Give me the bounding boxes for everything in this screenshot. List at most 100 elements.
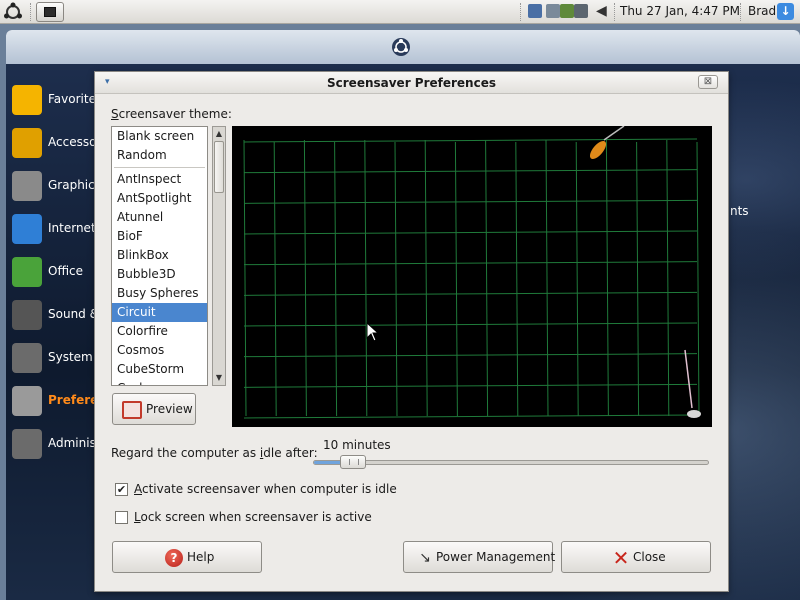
list-separator (114, 167, 205, 168)
user-menu[interactable]: Brad (748, 4, 776, 18)
idle-slider-thumb[interactable] (339, 455, 366, 469)
grid-line (454, 141, 458, 417)
network-icon[interactable] (528, 4, 542, 18)
power-management-button[interactable]: ↘ Power Management (403, 541, 555, 573)
theme-list-item[interactable]: Cosmos (112, 341, 207, 360)
scroll-down-icon[interactable]: ▼ (213, 371, 225, 385)
grid-line (243, 230, 698, 235)
show-desktop-icon[interactable] (36, 2, 64, 22)
preview-button[interactable]: Preview (112, 393, 196, 425)
window-close-icon[interactable]: ⊠ (698, 75, 718, 89)
distro-logo-icon (392, 38, 410, 56)
resistor-lead (603, 126, 625, 141)
applet-icon[interactable] (560, 4, 574, 18)
theme-list-item[interactable]: Circuit (112, 303, 207, 322)
scroll-thumb[interactable] (214, 141, 224, 193)
theme-list-item[interactable]: AntInspect (112, 170, 207, 189)
theme-list[interactable]: Blank screen Random AntInspect AntSpotlight… (111, 126, 208, 386)
grid-line (545, 139, 549, 417)
category-item[interactable]: Administration (6, 425, 136, 465)
help-button-label: Help (187, 550, 215, 564)
dialog-titlebar[interactable]: ▾ Screensaver Preferences ⊠ (95, 72, 728, 94)
grid-line (575, 141, 579, 417)
scroll-up-icon[interactable]: ▲ (213, 127, 225, 141)
main-menu-logo-icon[interactable] (2, 2, 24, 22)
grid-line (334, 141, 338, 417)
mouse-pointer-icon (366, 322, 380, 342)
theme-list-item[interactable]: Random (112, 146, 207, 165)
dialog-title: Screensaver Preferences (327, 76, 496, 90)
led-component (687, 410, 701, 418)
clock[interactable]: Thu 27 Jan, 4:47 PM (620, 4, 740, 18)
category-label: System (48, 350, 93, 364)
theme-list-item[interactable]: Atunnel (112, 208, 207, 227)
top-panel: ◀ Thu 27 Jan, 4:47 PM Brad ↓ (0, 0, 800, 24)
category-item[interactable]: Favorites (6, 81, 102, 121)
grid-line (696, 141, 700, 417)
theme-list-item[interactable]: Bubble3D (112, 265, 207, 284)
grid-line (485, 139, 489, 417)
grid-line (394, 141, 398, 417)
globe-icon (12, 214, 42, 244)
volume-icon[interactable]: ◀ (596, 4, 610, 18)
display-icon[interactable] (574, 4, 588, 18)
lock-label-text: ock screen when screensaver is active (140, 510, 372, 524)
star-icon (12, 85, 42, 115)
resistor-component (589, 140, 607, 160)
menu-header (6, 30, 800, 64)
preview-button-label: Preview (146, 402, 193, 416)
lock-checkbox[interactable] (115, 511, 128, 524)
activate-label[interactable]: Activate screensaver when computer is id… (134, 482, 397, 496)
grid-line (243, 199, 698, 204)
category-item[interactable]: Internet (6, 210, 96, 250)
brush-icon (12, 171, 42, 201)
panel-separator (520, 3, 522, 21)
grid-line (243, 353, 698, 358)
panel-separator (30, 3, 32, 21)
grid-line (243, 169, 698, 174)
theme-list-item[interactable]: AntSpotlight (112, 189, 207, 208)
category-item[interactable]: Accessories (6, 124, 118, 164)
close-button[interactable]: ✕ Close (561, 541, 711, 573)
panel-separator (614, 3, 616, 21)
theme-list-item[interactable]: Cyclone (112, 379, 207, 385)
lock-label[interactable]: Lock screen when screensaver is active (134, 510, 372, 524)
close-icon: ✕ (612, 546, 630, 570)
menu-item-label-partial: nts (730, 204, 749, 218)
led-lead (684, 349, 693, 409)
grid-line (303, 139, 307, 417)
theme-list-item[interactable]: Blank screen (112, 127, 207, 146)
idle-slider[interactable] (313, 460, 709, 465)
help-button[interactable]: ? Help (112, 541, 262, 573)
drill-icon (12, 128, 42, 158)
screensaver-preview (232, 126, 712, 427)
grid-line (243, 139, 247, 417)
update-arrow-icon[interactable]: ↓ (777, 3, 794, 20)
help-icon: ? (165, 549, 183, 567)
category-label: Office (48, 264, 84, 278)
grid-line (243, 291, 698, 296)
category-item[interactable]: Preferences (6, 382, 129, 422)
grid-line (424, 139, 428, 417)
grid-line (243, 138, 698, 143)
users-icon[interactable] (546, 4, 560, 18)
theme-list-item[interactable]: CubeStorm (112, 360, 207, 379)
theme-list-item[interactable]: BioF (112, 227, 207, 246)
grid-line (243, 383, 698, 388)
category-item[interactable]: Office (6, 253, 96, 293)
grid-line (273, 141, 277, 417)
panel-separator (740, 3, 742, 21)
category-item[interactable]: System (6, 339, 96, 379)
grid-line (364, 139, 368, 417)
theme-list-item[interactable]: BlinkBox (112, 246, 207, 265)
grid-line (605, 139, 609, 417)
idle-label: Regard the computer as idle after: (111, 446, 318, 460)
category-item[interactable]: Sound & Video (6, 296, 136, 336)
category-item[interactable]: Graphics (6, 167, 101, 207)
activate-checkbox[interactable]: ✔ (115, 483, 128, 496)
grid-line (243, 322, 698, 327)
theme-list-item[interactable]: Colorfire (112, 322, 207, 341)
theme-list-item[interactable]: Busy Spheres (112, 284, 207, 303)
theme-list-scrollbar[interactable]: ▲ ▼ (212, 126, 226, 386)
idle-label-pre: Regard the computer as (111, 446, 260, 460)
